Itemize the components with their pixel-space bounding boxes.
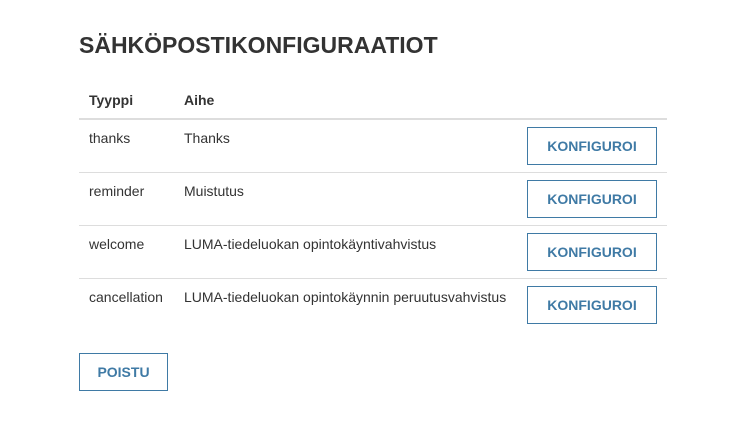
table-header: Tyyppi Aihe: [79, 81, 667, 120]
type-cell: reminder: [79, 172, 174, 226]
table-row: welcome LUMA-tiedeluokan opintokäyntivah…: [79, 225, 667, 279]
column-header-type: Tyyppi: [79, 81, 174, 120]
subject-value: Thanks: [184, 130, 230, 146]
subject-cell: Thanks: [174, 118, 517, 173]
table-row: thanks Thanks KONFIGUROI: [79, 118, 667, 173]
table-row: reminder Muistutus KONFIGUROI: [79, 172, 667, 226]
configure-button[interactable]: KONFIGUROI: [527, 127, 657, 165]
page-title: SÄHKÖPOSTIKONFIGURAATIOT: [79, 32, 438, 58]
subject-cell: LUMA-tiedeluokan opintokäynnin peruutusv…: [174, 278, 517, 331]
configure-button[interactable]: KONFIGUROI: [527, 286, 657, 324]
subject-cell: LUMA-tiedeluokan opintokäyntivahvistus: [174, 225, 517, 279]
subject-value: LUMA-tiedeluokan opintokäyntivahvistus: [184, 236, 437, 252]
action-cell: KONFIGUROI: [517, 225, 667, 279]
column-header-subject: Aihe: [174, 81, 517, 120]
subject-value: LUMA-tiedeluokan opintokäynnin peruutusv…: [184, 289, 507, 305]
type-value: reminder: [89, 183, 145, 199]
action-cell: KONFIGUROI: [517, 118, 667, 173]
configure-button[interactable]: KONFIGUROI: [527, 233, 657, 271]
type-value: cancellation: [89, 289, 163, 305]
type-cell: thanks: [79, 118, 174, 173]
email-config-table: Tyyppi Aihe thanks Thanks KONFIGUROI rem…: [79, 81, 667, 331]
action-cell: KONFIGUROI: [517, 172, 667, 226]
table-body: thanks Thanks KONFIGUROI reminder Muistu…: [79, 118, 667, 331]
subject-value: Muistutus: [184, 183, 244, 199]
type-cell: welcome: [79, 225, 174, 279]
subject-cell: Muistutus: [174, 172, 517, 226]
table-header-row: Tyyppi Aihe: [79, 81, 667, 120]
table-row: cancellation LUMA-tiedeluokan opintokäyn…: [79, 278, 667, 331]
column-header-action: [517, 81, 667, 120]
type-value: welcome: [89, 236, 145, 252]
email-configurations-page: SÄHKÖPOSTIKONFIGURAATIOT Tyyppi Aihe tha…: [0, 0, 753, 429]
configure-button[interactable]: KONFIGUROI: [527, 180, 657, 218]
action-cell: KONFIGUROI: [517, 278, 667, 331]
type-cell: cancellation: [79, 278, 174, 331]
exit-button[interactable]: POISTU: [79, 353, 168, 391]
type-value: thanks: [89, 130, 131, 146]
